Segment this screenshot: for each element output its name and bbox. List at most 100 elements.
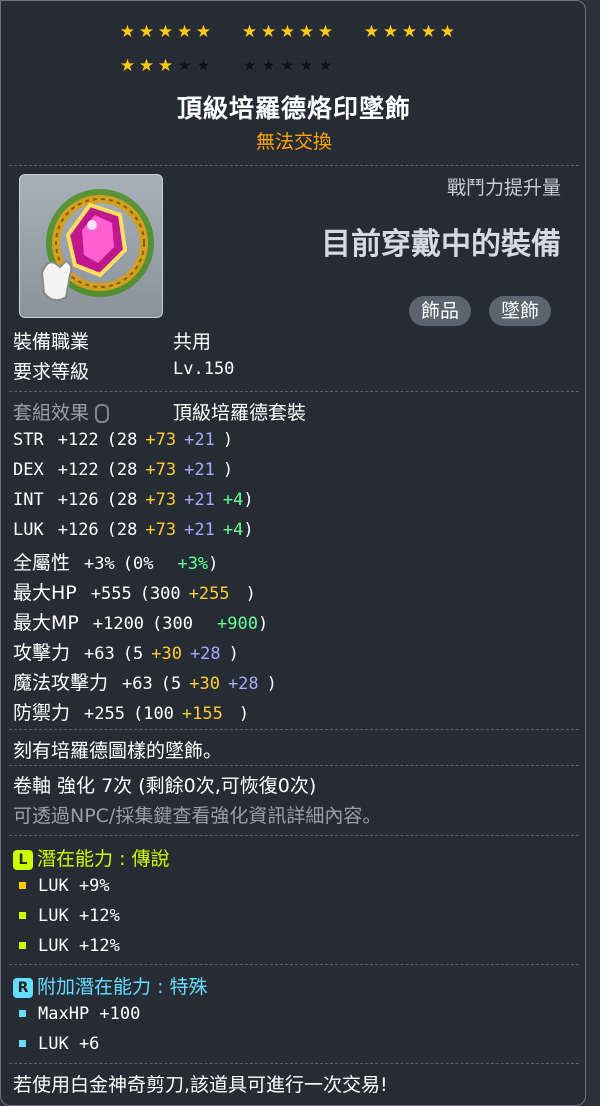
bonus-potential-value: MaxHP +100: [38, 1004, 141, 1024]
stat-name: 魔法攻擊力: [13, 672, 109, 694]
stat-name: 全屬性: [13, 552, 71, 574]
stat-base: (0%: [122, 554, 154, 574]
star-icon: ★: [279, 22, 296, 42]
potential-line: LUK +9%: [13, 874, 110, 896]
stat-bonus-star: +28: [189, 644, 221, 664]
stat-total: +126: [57, 520, 99, 540]
potential-line: LUK +12%: [13, 934, 120, 956]
stat-row: INT +126 (28 +73 +21 +4): [13, 488, 254, 510]
scroll-hint: 可透過NPC/採集鍵查看強化資訊詳細內容。: [13, 805, 382, 827]
potential-value: LUK +9%: [38, 876, 110, 896]
star-icon: ★: [138, 22, 155, 42]
star-icon: ★: [241, 56, 258, 76]
stat-bonus-scroll: +4: [222, 520, 244, 540]
stat-close: ): [228, 644, 239, 664]
stat-name: 攻擊力: [13, 642, 71, 664]
stat-row: LUK +126 (28 +73 +21 +4): [13, 518, 254, 540]
stat-bonus-star: +28: [227, 674, 259, 694]
star-icon: ★: [439, 22, 456, 42]
stat-total: +122: [57, 430, 99, 450]
item-name: 頂級培羅德烙印墜飾: [176, 94, 411, 123]
stat-bonus-flame: +255: [188, 584, 230, 604]
star-icon: ★: [138, 56, 155, 76]
potential-value: LUK +12%: [38, 936, 120, 956]
stat-bonus-scroll: +3%: [177, 554, 209, 574]
stat-bonus-flame: +73: [145, 520, 177, 540]
mouse-icon: [95, 404, 110, 423]
stat-name: 防禦力: [13, 702, 71, 724]
star-icon: ★: [401, 22, 418, 42]
req-level-value: Lv.150: [173, 359, 235, 379]
stat-row: 魔法攻擊力 +63 (5 +30 +28): [13, 668, 277, 695]
stat-row: DEX +122 (28 +73 +21): [13, 458, 233, 480]
stat-name: DEX: [13, 460, 44, 480]
legendary-badge-icon: L: [13, 849, 33, 870]
stat-total: +555: [90, 584, 132, 604]
star-force-row-2: ★ ★ ★ ★ ★ ★ ★ ★ ★ ★: [1, 58, 587, 78]
stat-name: STR: [13, 430, 44, 450]
star-icon: ★: [119, 56, 136, 76]
star-icon: ★: [260, 56, 277, 76]
req-job-row: 裝備職業 共用: [13, 327, 211, 354]
bullet-icon: [19, 1040, 26, 1047]
potential-line: LUK +12%: [13, 904, 120, 926]
stat-close: ): [243, 520, 254, 540]
star-icon: ★: [382, 22, 399, 42]
potential-header: L 潛在能力 : 傳說: [13, 844, 170, 871]
star-group: ★ ★ ★ ★ ★: [241, 58, 334, 75]
stat-row: 攻擊力 +63 (5 +30 +28): [13, 638, 239, 665]
star-icon: ★: [298, 22, 315, 42]
bullet-icon: [19, 1010, 26, 1017]
stat-total: +255: [84, 704, 125, 724]
stat-base: (28: [106, 430, 138, 450]
stat-row: 最大MP +1200 (300 +900): [13, 608, 268, 635]
star-icon: ★: [279, 56, 296, 76]
potential-sep: :: [119, 848, 126, 870]
bullet-icon: [19, 882, 26, 889]
star-icon: ★: [157, 56, 174, 76]
star-icon: ★: [195, 56, 212, 76]
divider: [9, 729, 579, 730]
stat-bonus-flame: +73: [145, 460, 177, 480]
stat-close: ): [222, 460, 234, 480]
pendant-gem-icon: [40, 189, 154, 302]
star-icon: ★: [176, 56, 193, 76]
star-icon: ★: [195, 22, 212, 42]
item-description: 刻有培羅德圖樣的墜飾。: [13, 740, 223, 762]
stat-bonus-scroll: +900: [217, 614, 258, 634]
star-icon: ★: [119, 22, 136, 42]
stat-row: 最大HP +555 (300 +255): [13, 578, 256, 605]
stat-close: ): [257, 614, 269, 634]
star-icon: ★: [157, 22, 174, 42]
bonus-potential-grade: 特殊: [169, 976, 208, 998]
stat-base: (5: [122, 644, 144, 664]
star-icon: ★: [298, 56, 315, 76]
combat-power-value: 目前穿戴中的裝備: [321, 227, 561, 262]
divider: [9, 835, 579, 836]
star-group: ★ ★ ★ ★ ★: [363, 24, 456, 41]
stat-total: +63: [122, 674, 153, 694]
stat-bonus-star: +21: [184, 490, 215, 510]
set-effect-row: 套組效果 頂級培羅德套裝: [13, 398, 306, 425]
stat-bonus-star: +21: [184, 460, 215, 480]
tag-pendant: 墜飾: [489, 296, 552, 326]
stat-bonus-scroll: +4: [222, 490, 244, 510]
stat-row: STR +122 (28 +73 +21): [13, 428, 233, 450]
potential-grade: 傳說: [131, 848, 170, 870]
tag-accessory: 飾品: [409, 296, 472, 326]
req-level-label: 要求等級: [13, 361, 90, 383]
set-effect-value: 頂級培羅德套裝: [173, 402, 307, 424]
potential-value: LUK +12%: [38, 906, 120, 926]
req-level-row: 要求等級 Lv.150: [13, 357, 234, 384]
star-group: ★ ★ ★ ★ ★: [119, 58, 212, 75]
bonus-potential-value: LUK +6: [38, 1034, 100, 1054]
bonus-potential-line: LUK +6: [13, 1032, 99, 1054]
stat-base: (28: [106, 460, 138, 480]
stat-name: LUK: [13, 520, 44, 540]
stat-row: 防禦力 +255 (100 +155): [13, 698, 249, 725]
bullet-icon: [19, 912, 26, 919]
stat-base: (100: [132, 704, 174, 724]
star-icon: ★: [420, 22, 437, 42]
scroll-upgrade-info: 卷軸 強化 7次 (剩餘0次,可恢復0次): [13, 775, 317, 797]
divider: [9, 964, 579, 965]
